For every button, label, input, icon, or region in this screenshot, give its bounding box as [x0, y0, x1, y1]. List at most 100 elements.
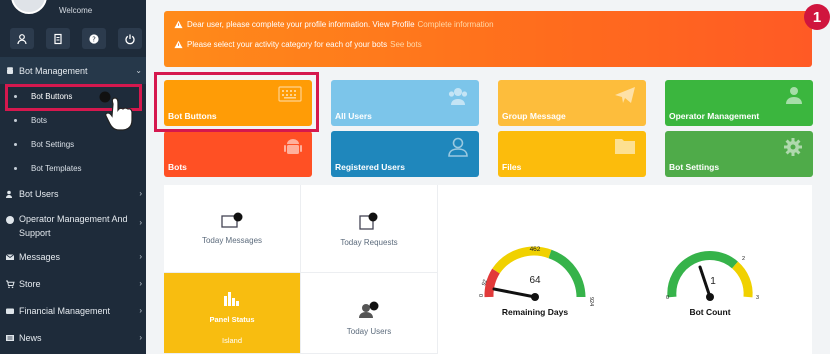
tile-label: Registered Users	[335, 162, 405, 172]
see-bots-link[interactable]: See bots	[390, 40, 422, 49]
users-group-icon	[447, 86, 469, 108]
gauge-mid-label: 2	[742, 256, 745, 262]
chevron-right-icon: ›	[139, 333, 142, 342]
tile-operator-management[interactable]: Operator Management	[665, 80, 813, 126]
gauge-min-label: 0	[479, 294, 485, 297]
tile-all-users[interactable]: All Users	[331, 80, 479, 126]
stat-label: Today Users	[346, 327, 392, 336]
tile-bots[interactable]: Bots	[164, 131, 312, 177]
chevron-right-icon: ›	[139, 279, 142, 288]
document-icon[interactable]	[46, 28, 70, 49]
sidebar: Welcome ? Bot Management ⌄ Bot Buttons B…	[0, 0, 146, 354]
users-icon	[359, 301, 379, 318]
newspaper-icon	[4, 332, 15, 343]
pointer-hand-icon	[99, 91, 133, 131]
svg-text:?: ?	[92, 35, 96, 43]
sidebar-item-bot-users[interactable]: Bot Users ›	[0, 180, 146, 207]
sidebar-item-news[interactable]: News ›	[0, 324, 146, 351]
sidebar-subitem-label: Bot Settings	[31, 139, 75, 149]
chevron-right-icon: ›	[139, 218, 142, 227]
chevron-right-icon: ›	[139, 189, 142, 198]
bullet-icon	[14, 167, 17, 170]
tile-label: Bots	[168, 162, 187, 172]
sidebar-item-label: Messages	[19, 251, 61, 262]
help-icon[interactable]: ?	[82, 28, 106, 49]
stat-value: Island	[221, 336, 242, 345]
gauge-value: 64	[529, 275, 541, 286]
chevron-right-icon: ›	[139, 306, 142, 315]
stat-today-users: Today Users	[301, 273, 438, 354]
cart-icon	[4, 278, 15, 289]
alert-text: Dear user, please complete your profile …	[187, 20, 415, 29]
bar-chart-icon	[224, 292, 239, 306]
stats-panel: Today Messages Today Requests Panel Stat…	[164, 185, 438, 354]
sidebar-subitem-label: Bot Templates	[31, 163, 82, 173]
avatar[interactable]	[11, 0, 47, 14]
user-icon[interactable]	[10, 28, 34, 49]
chevron-right-icon: ›	[139, 252, 142, 261]
user-icon	[785, 86, 803, 106]
paper-plane-icon	[614, 86, 636, 106]
tile-registered-users[interactable]: Registered Users	[331, 131, 479, 177]
gauge-title-remaining-days: Remaining Days	[502, 307, 568, 317]
sidebar-item-store[interactable]: Store ›	[0, 270, 146, 297]
gauges-panel: 64 462 92 0 924 Remaining Days 1 2 0 3 B…	[438, 185, 812, 354]
quick-actions: ?	[10, 28, 142, 49]
request-icon	[359, 212, 378, 230]
stat-today-messages: Today Messages	[164, 185, 301, 273]
sidebar-subitem-bot-settings[interactable]: Bot Settings	[0, 132, 146, 156]
gauge-needle	[492, 287, 537, 299]
gauge-title-bot-count: Bot Count	[689, 307, 730, 317]
tile-bot-settings[interactable]: Bot Settings	[665, 131, 813, 177]
bullet-icon	[14, 119, 17, 122]
users-icon	[4, 188, 15, 199]
profile-alert: Dear user, please complete your profile …	[164, 11, 812, 67]
tile-label: Group Message	[502, 111, 566, 121]
wallet-icon	[4, 305, 15, 316]
support-icon	[4, 214, 15, 225]
folder-icon	[614, 137, 636, 157]
remaining-days-gauge: 64 462 92 0 924	[479, 246, 594, 306]
sidebar-item-operator-management[interactable]: Operator Management And Support ›	[0, 207, 146, 243]
message-icon	[221, 212, 243, 228]
tile-files[interactable]: Files	[498, 131, 646, 177]
tile-group-message[interactable]: Group Message	[498, 80, 646, 126]
sidebar-item-label: News	[19, 332, 42, 343]
sidebar-item-financial-management[interactable]: Financial Management ›	[0, 297, 146, 324]
sidebar-item-label: Financial Management	[19, 305, 111, 316]
gauge-needle	[698, 265, 712, 299]
step-badge: 1	[804, 4, 830, 30]
android-icon	[284, 137, 302, 159]
stat-panel-status: Panel Status Island	[164, 273, 301, 354]
sidebar-item-bot-management[interactable]: Bot Management ⌄	[0, 57, 146, 84]
tile-label: Bot Settings	[669, 162, 720, 172]
sidebar-item-label: Bot Users	[19, 188, 59, 199]
tile-label: Operator Management	[669, 111, 760, 121]
gauge-value: 1	[710, 276, 716, 287]
android-icon	[4, 65, 15, 76]
power-icon[interactable]	[118, 28, 142, 49]
bullet-icon	[14, 143, 17, 146]
welcome-text: Welcome	[59, 6, 93, 15]
gauges-svg: 64 462 92 0 924 Remaining Days 1 2 0 3 B…	[479, 246, 759, 317]
sidebar-subitem-bot-templates[interactable]: Bot Templates	[0, 156, 146, 180]
tutorial-highlight	[154, 72, 319, 132]
gauge-mid-label: 462	[530, 246, 541, 253]
bot-count-gauge: 1 2 0 3	[666, 251, 759, 301]
chevron-down-icon: ⌄	[135, 66, 142, 75]
alert-line-category: Please select your activity category for…	[174, 40, 422, 49]
stat-label: Today Requests	[340, 238, 398, 247]
gauge-max-label: 3	[756, 295, 759, 301]
sidebar-item-label: Bot Management	[19, 65, 88, 76]
tile-label: Files	[502, 162, 522, 172]
sidebar-subitem-label: Bots	[31, 115, 48, 125]
complete-information-link[interactable]: Complete information	[418, 20, 494, 29]
main-content: Dear user, please complete your profile …	[146, 0, 830, 354]
stat-label: Today Messages	[201, 236, 263, 245]
warning-icon	[174, 20, 183, 29]
app-root: Welcome ? Bot Management ⌄ Bot Buttons B…	[0, 0, 830, 354]
sidebar-item-messages[interactable]: Messages ›	[0, 243, 146, 270]
stat-today-requests: Today Requests	[301, 185, 438, 273]
alert-line-profile: Dear user, please complete your profile …	[174, 20, 494, 29]
sidebar-item-label: Operator Management And Support	[19, 214, 128, 238]
